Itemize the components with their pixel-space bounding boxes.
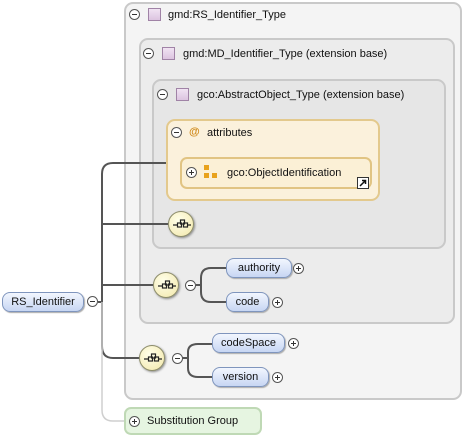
version-label: version — [222, 371, 259, 383]
code-label: code — [235, 296, 260, 308]
expand-code[interactable] — [272, 297, 283, 308]
rs-identifier-element[interactable]: RS_Identifier — [2, 292, 84, 312]
expand-substitution-group[interactable] — [129, 416, 140, 427]
expand-codespace[interactable] — [288, 338, 299, 349]
authority-label: authority — [237, 262, 281, 274]
collapse-rs-identifier[interactable] — [87, 296, 98, 307]
collapse-sequence[interactable] — [172, 353, 183, 364]
sequence-compositor-icon[interactable] — [139, 345, 165, 371]
collapse-sequence[interactable] — [185, 280, 196, 291]
substitution-group-label: Substitution Group — [147, 415, 239, 427]
codespace-label: codeSpace — [220, 337, 277, 349]
element-version[interactable]: version — [212, 367, 269, 387]
expand-authority[interactable] — [293, 263, 304, 274]
rs-identifier-label: RS_Identifier — [11, 296, 75, 308]
sequence-compositor-icon[interactable] — [153, 272, 179, 298]
expand-version[interactable] — [272, 372, 283, 383]
element-code[interactable]: code — [226, 292, 269, 312]
sequence-compositor-icon[interactable] — [168, 211, 194, 237]
element-authority[interactable]: authority — [226, 258, 292, 278]
element-codespace[interactable]: codeSpace — [212, 333, 285, 353]
